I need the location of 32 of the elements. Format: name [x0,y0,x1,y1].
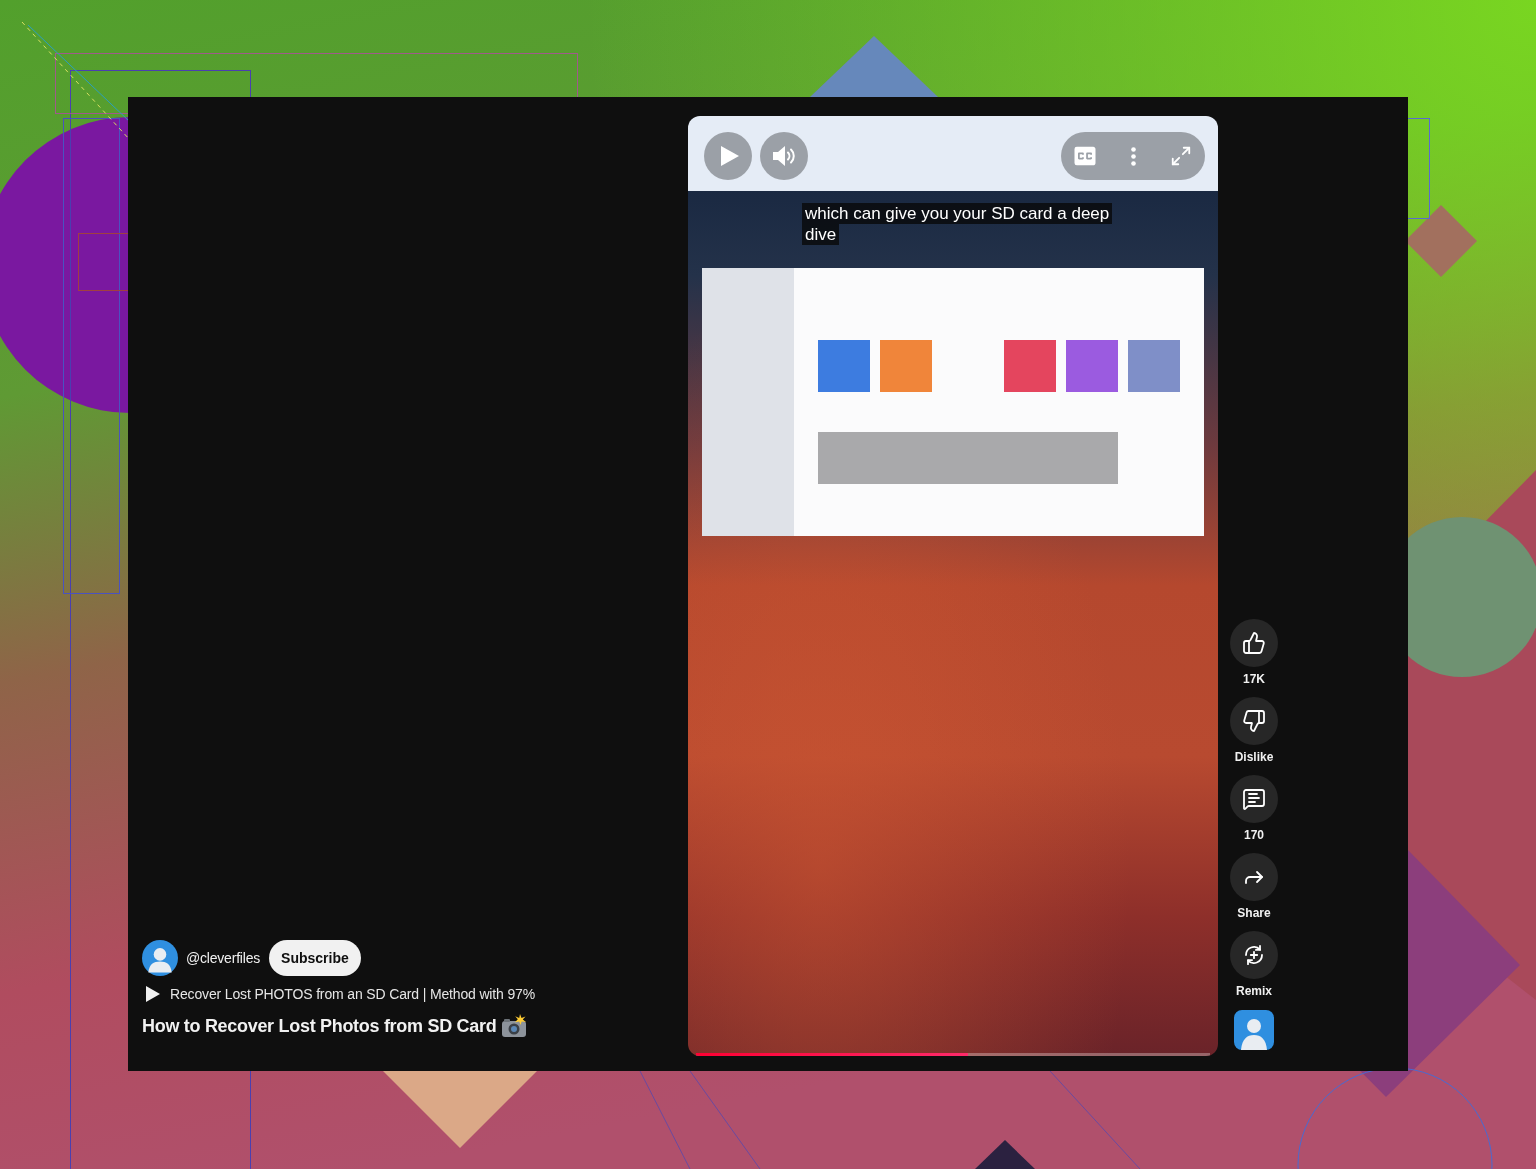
volume-button[interactable] [760,132,808,180]
comment-count: 170 [1244,827,1264,844]
thumbs-up-icon [1242,631,1266,655]
camera-flash-icon [501,1014,528,1038]
thumbs-down-icon [1242,709,1266,733]
play-icon [719,145,740,167]
speaker-icon [772,145,796,167]
video-title: How to Recover Lost Photos from SD Card [142,1015,497,1037]
diamond-shape [1405,205,1477,277]
remix-button[interactable] [1230,931,1278,979]
comment-icon [1242,787,1266,811]
channel-avatar-icon[interactable] [142,940,178,976]
dislike-label: Dislike [1234,749,1274,766]
subscribe-button[interactable]: Subscribe [269,940,361,976]
related-video-link[interactable]: Recover Lost PHOTOS from an SD Card | Method with 97% [170,986,536,1002]
share-label: Share [1237,905,1271,922]
fullscreen-icon [1170,145,1192,167]
remix-icon [1242,943,1266,967]
dislike-button[interactable] [1230,697,1278,745]
play-button[interactable] [704,132,752,180]
channel-handle[interactable]: @cleverfiles [186,950,261,966]
remix-label: Remix [1236,983,1272,1000]
video-frame[interactable]: which can give you your SD card a deep dive [688,116,1218,1056]
play-icon [146,986,160,1002]
like-button[interactable] [1230,619,1278,667]
more-icon [1130,146,1136,166]
channel-avatar-icon[interactable] [1234,1010,1274,1050]
comments-button[interactable] [1230,775,1278,823]
like-count: 17K [1243,671,1265,688]
triangle-shape [975,1140,1035,1169]
progress-track[interactable] [696,1053,1210,1056]
share-button[interactable] [1230,853,1278,901]
